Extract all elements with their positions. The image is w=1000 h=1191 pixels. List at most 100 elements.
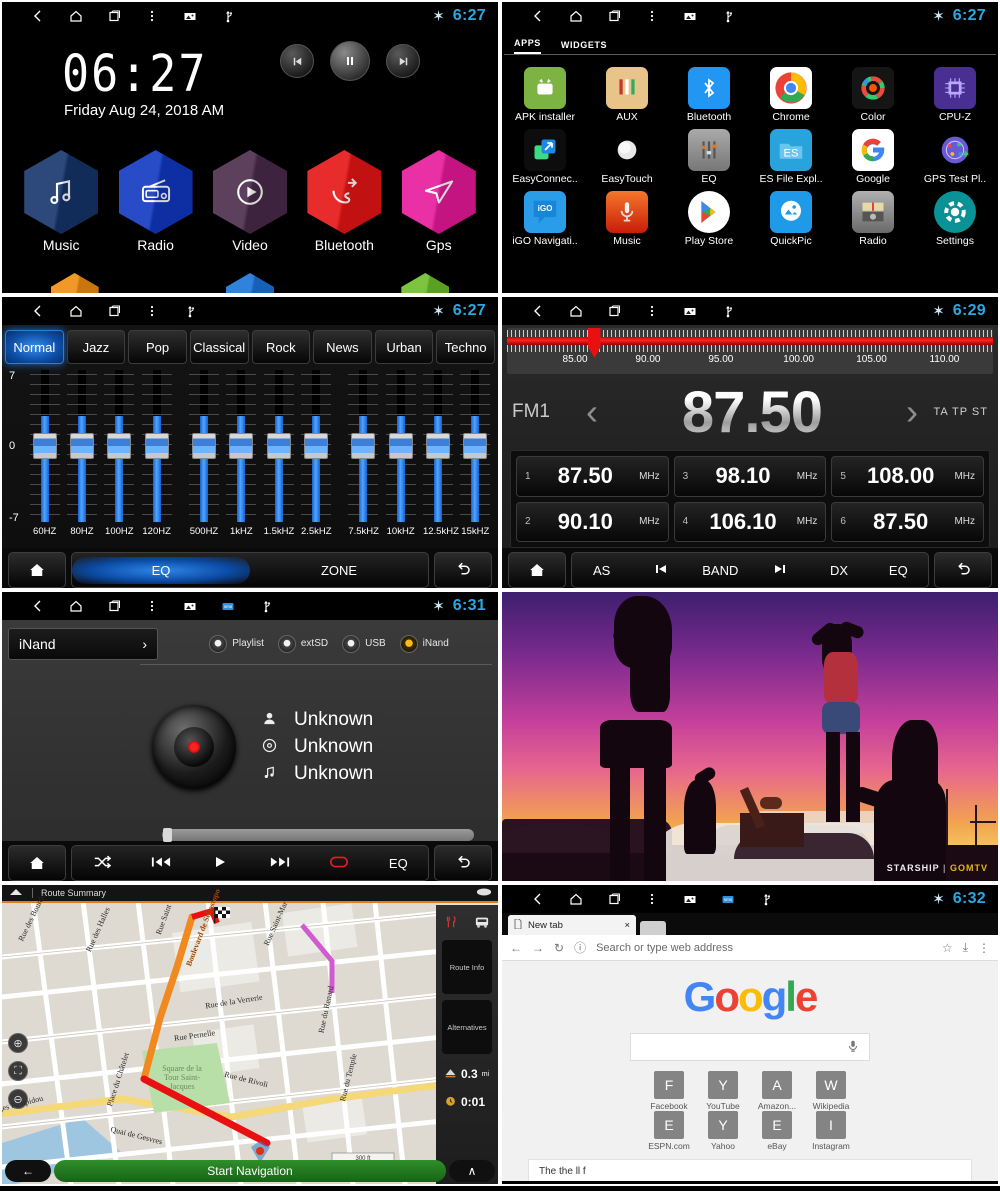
radio-button-icon[interactable]: [277, 634, 296, 653]
music-home-button[interactable]: [8, 845, 66, 881]
aux-icon[interactable]: [606, 67, 648, 109]
nav-start-navigation-button[interactable]: Start Navigation: [54, 1160, 446, 1182]
eq-preset-jazz[interactable]: Jazz: [66, 330, 126, 364]
eq-preset-techno[interactable]: Techno: [436, 330, 495, 364]
eq-slider-thumb[interactable]: [32, 433, 57, 459]
chrome-icon[interactable]: [770, 67, 812, 109]
overflow-menu-icon[interactable]: [644, 891, 660, 907]
overflow-menu-icon[interactable]: [644, 303, 660, 319]
app-item-play-store[interactable]: Play Store: [668, 185, 750, 247]
app-item-google[interactable]: Google: [832, 123, 914, 185]
tab-widgets[interactable]: WIDGETS: [561, 40, 607, 54]
eq-preset-classical[interactable]: Classical: [189, 330, 249, 364]
ntp-tile-wikipedia[interactable]: W Wikipedia: [808, 1071, 854, 1111]
eq-tab-eq[interactable]: EQ: [72, 556, 250, 584]
recents-icon[interactable]: [106, 598, 122, 614]
eq-slider-thumb[interactable]: [69, 433, 94, 459]
home-shortcut-radio[interactable]: Radio: [110, 150, 202, 253]
nav-up-arrow-icon[interactable]: [8, 887, 24, 899]
radio-next-button[interactable]: ›: [898, 391, 926, 433]
eq-slider-thumb[interactable]: [144, 433, 169, 459]
music-folder-selector[interactable]: iNand ›: [8, 627, 158, 660]
nav-expand-button[interactable]: ∧: [449, 1160, 495, 1182]
bluetooth-hex-icon[interactable]: [307, 150, 382, 234]
browser-forward-icon[interactable]: →: [532, 941, 544, 955]
home-icon[interactable]: [68, 8, 84, 24]
home-shortcut-music[interactable]: Music: [15, 150, 107, 253]
app-item-easyconnect[interactable]: EasyConnec..: [504, 123, 586, 185]
home-icon[interactable]: [568, 303, 584, 319]
vehicle-icon[interactable]: [474, 915, 490, 934]
radio-eq-button[interactable]: EQ: [869, 557, 928, 584]
app-item-igo-navigation[interactable]: iGO iGO Navigati..: [504, 185, 586, 247]
eq-slider-thumb[interactable]: [425, 433, 450, 459]
radio-seek-prev-button[interactable]: [631, 555, 690, 586]
eq-slider-thumb[interactable]: [351, 433, 376, 459]
eq-slider-thumb[interactable]: [229, 433, 254, 459]
es-file-explorer-icon[interactable]: ES: [770, 129, 812, 171]
eq-home-button[interactable]: [8, 552, 66, 588]
easytouch-icon[interactable]: [606, 129, 648, 171]
app-item-gps-test-plus[interactable]: GPS Test Pl..: [914, 123, 996, 185]
back-icon[interactable]: [30, 303, 46, 319]
eq-band-slider[interactable]: [263, 370, 294, 522]
radio-button-icon[interactable]: [342, 634, 361, 653]
bookmark-star-icon[interactable]: ☆: [942, 941, 953, 955]
recents-icon[interactable]: [606, 8, 622, 24]
download-icon[interactable]: ⤓: [963, 940, 968, 955]
back-icon[interactable]: [530, 891, 546, 907]
recents-icon[interactable]: [606, 891, 622, 907]
eq-band[interactable]: 15kHZ: [460, 370, 491, 537]
music-source-inand[interactable]: iNand: [399, 634, 449, 653]
eq-band-slider[interactable]: [300, 370, 331, 522]
quickpic-icon[interactable]: [770, 191, 812, 233]
eq-slider-thumb[interactable]: [266, 433, 291, 459]
music-app-icon[interactable]: [606, 191, 648, 233]
ntp-tile-instagram[interactable]: I Instagram: [808, 1111, 854, 1151]
radio-back-button[interactable]: [934, 552, 992, 588]
recents-icon[interactable]: [106, 303, 122, 319]
eq-band-slider[interactable]: [385, 370, 416, 522]
nav-back-button[interactable]: ←: [5, 1160, 51, 1182]
radio-button-selected-icon[interactable]: [399, 634, 418, 653]
eq-band[interactable]: 1kHZ: [226, 370, 257, 537]
music-play-button[interactable]: [191, 848, 250, 879]
eq-band-slider[interactable]: [460, 370, 491, 522]
home-shortcut-bluetooth[interactable]: Bluetooth: [298, 150, 390, 253]
recents-icon[interactable]: [606, 303, 622, 319]
video-hex-icon[interactable]: [212, 150, 287, 234]
music-repeat-button[interactable]: [309, 849, 368, 878]
brightness-hex-icon[interactable]: [50, 273, 99, 293]
overflow-menu-icon[interactable]: [644, 8, 660, 24]
recents-icon[interactable]: [106, 8, 122, 24]
eq-preset-pop[interactable]: Pop: [128, 330, 187, 364]
app-item-settings[interactable]: Settings: [914, 185, 996, 247]
google-icon[interactable]: [852, 129, 894, 171]
music-prev-button[interactable]: [131, 849, 190, 878]
app-item-chrome[interactable]: Chrome: [750, 61, 832, 123]
cpu-z-icon[interactable]: [934, 67, 976, 109]
ntp-tile-espn[interactable]: E ESPN.com: [646, 1111, 692, 1151]
ntp-article-card[interactable]: The the ll f: [528, 1159, 972, 1181]
bluetooth-app-icon[interactable]: [688, 67, 730, 109]
ntp-tile-ebay[interactable]: EeBay: [754, 1111, 800, 1151]
app-item-apk-installer[interactable]: APK installer: [504, 61, 586, 123]
media-prev-button[interactable]: [280, 44, 314, 78]
eq-band-slider[interactable]: [29, 370, 60, 522]
media-pause-button[interactable]: [330, 41, 370, 81]
app-item-es-file-explorer[interactable]: ES ES File Expl..: [750, 123, 832, 185]
ntp-tile-facebook[interactable]: F Facebook: [646, 1071, 692, 1111]
ntp-search-box[interactable]: [630, 1033, 870, 1061]
home-icon[interactable]: [568, 8, 584, 24]
gps-test-plus-icon[interactable]: [934, 129, 976, 171]
radio-preset-3[interactable]: 3 98.10 MHz: [673, 456, 827, 497]
eq-preset-rock[interactable]: Rock: [251, 330, 311, 364]
zoom-in-button[interactable]: ⊕: [8, 1033, 28, 1053]
overflow-menu-icon[interactable]: [144, 8, 160, 24]
eq-slider-thumb[interactable]: [463, 433, 488, 459]
nav-message-icon[interactable]: [476, 887, 492, 899]
eq-band[interactable]: 12.5kHZ: [422, 370, 459, 537]
apk-installer-icon[interactable]: [524, 67, 566, 109]
back-icon[interactable]: [530, 8, 546, 24]
media-next-button[interactable]: [386, 44, 420, 78]
